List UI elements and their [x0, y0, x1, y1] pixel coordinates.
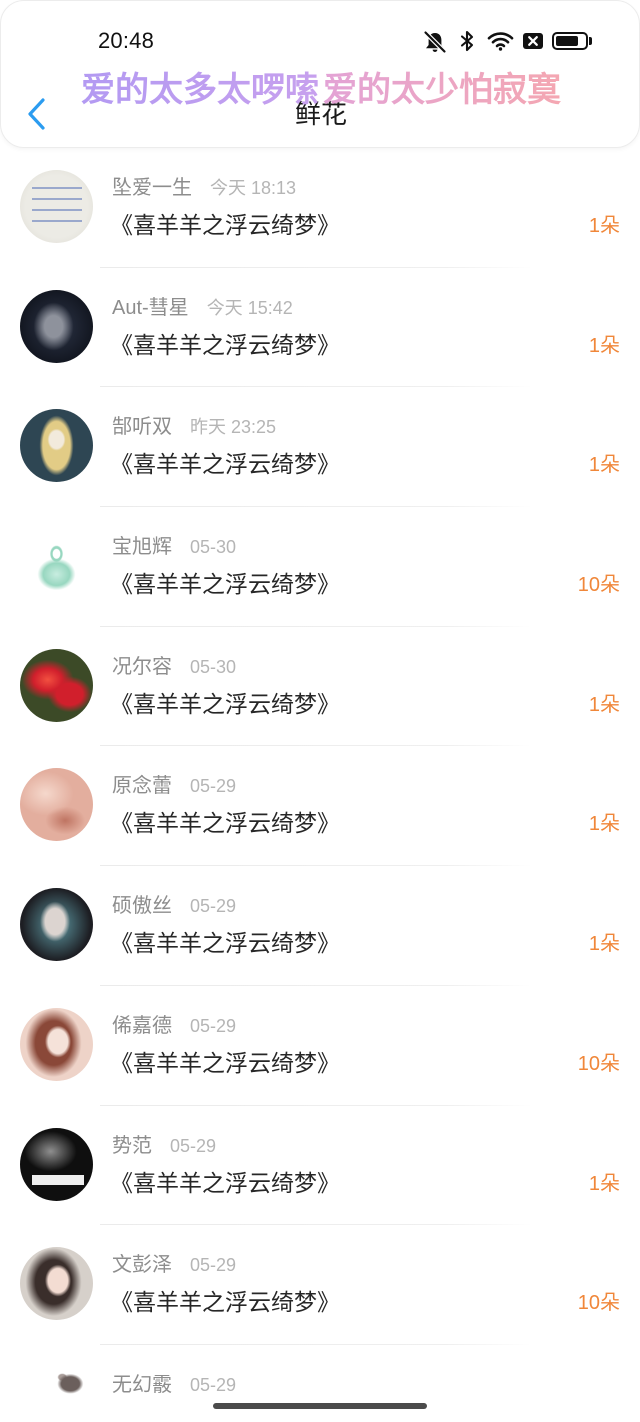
sender-name: 文彭泽 — [112, 1254, 172, 1277]
sender-name: 硕傲丝 — [112, 895, 172, 918]
chevron-left-icon[interactable] — [25, 97, 47, 131]
list-item[interactable]: Aut-彗星 今天 15:42 《喜羊羊之浮云绮梦》 1朵 — [0, 268, 640, 388]
sender-line: 文彭泽 05-29 — [112, 1253, 236, 1277]
sender-name: 原念蕾 — [112, 775, 172, 798]
sender-name: 俙嘉德 — [112, 1014, 172, 1037]
book-title: 《喜羊羊之浮云绮梦》 — [110, 571, 340, 598]
avatar[interactable] — [20, 1127, 93, 1201]
sender-line: 宝旭辉 05-30 — [112, 535, 236, 559]
status-time: 20:48 — [98, 28, 155, 53]
flower-count: 10朵 — [577, 1292, 620, 1315]
sender-name: 无幻霰 — [112, 1373, 172, 1396]
sender-name: 郜听双 — [112, 416, 172, 439]
sender-name: 况尔容 — [112, 655, 172, 678]
list-item[interactable]: 俙嘉德 05-29 《喜羊羊之浮云绮梦》 10朵 — [0, 986, 640, 1106]
list-item[interactable]: 况尔容 05-30 《喜羊羊之浮云绮梦》 1朵 — [0, 627, 640, 747]
book-title: 《喜羊羊之浮云绮梦》 — [110, 212, 340, 238]
top-bar: 20:48 鲜花 爱的太多太啰嗦 爱的太少怕寂寞 — [0, 0, 640, 148]
sender-line: 势范 05-29 — [112, 1134, 216, 1158]
flower-count: 1朵 — [588, 334, 620, 357]
avatar[interactable] — [20, 768, 93, 842]
battery-cap — [589, 37, 592, 45]
book-title: 《喜羊羊之浮云绮梦》 — [110, 1289, 340, 1316]
send-time: 05-29 — [190, 896, 237, 917]
list-item[interactable]: 郜听双 昨天 23:25 《喜羊羊之浮云绮梦》 1朵 — [0, 387, 640, 508]
avatar[interactable] — [20, 170, 93, 243]
book-title: 《喜羊羊之浮云绮梦》 — [110, 1049, 340, 1076]
flower-list: 坠爱一生 今天 18:13 《喜羊羊之浮云绮梦》 1朵 Aut-彗星 今天 15:4… — [0, 148, 640, 1422]
book-title: 《喜羊羊之浮云绮梦》 — [110, 690, 340, 717]
flower-count: 1朵 — [588, 215, 620, 237]
flower-count: 1朵 — [588, 933, 620, 956]
bell-mute-icon — [423, 30, 447, 54]
flower-count: 1朵 — [588, 454, 620, 477]
bluetooth-icon — [460, 30, 474, 52]
list-item[interactable]: 文彭泽 05-29 《喜羊羊之浮云绮梦》 10朵 — [0, 1225, 640, 1345]
sender-line: 原念蕾 05-29 — [112, 774, 236, 798]
flower-count: 10朵 — [577, 574, 620, 597]
battery-icon — [552, 32, 588, 50]
book-title: 《喜羊羊之浮云绮梦》 — [110, 810, 340, 837]
avatar[interactable] — [20, 1007, 93, 1081]
flower-count: 10朵 — [577, 1052, 620, 1075]
send-time: 今天 15:42 — [206, 297, 293, 318]
book-title: 《喜羊羊之浮云绮梦》 — [110, 331, 340, 358]
book-title: 《喜羊羊之浮云绮梦》 — [110, 1169, 340, 1196]
flower-count: 1朵 — [588, 693, 620, 716]
banner-marquee: 爱的太多太啰嗦 爱的太少怕寂寞 — [81, 70, 581, 110]
send-time: 05-29 — [190, 776, 237, 797]
sender-line: 无幻霰 05-29 — [112, 1373, 236, 1397]
sender-line: 况尔容 05-30 — [112, 655, 236, 679]
list-item[interactable]: 势范 05-29 《喜羊羊之浮云绮梦》 1朵 — [0, 1106, 640, 1226]
sender-line: Aut-彗星 今天 15:42 — [112, 296, 293, 320]
avatar[interactable] — [20, 1366, 93, 1422]
send-time: 今天 18:13 — [210, 178, 297, 198]
book-title: 《喜羊羊之浮云绮梦》 — [110, 930, 340, 957]
wifi-icon — [487, 32, 514, 51]
list-item[interactable]: 宝旭辉 05-30 《喜羊羊之浮云绮梦》 10朵 — [0, 507, 640, 627]
avatar[interactable] — [20, 529, 93, 603]
avatar[interactable] — [20, 648, 93, 722]
send-time: 05-30 — [190, 537, 237, 558]
list-item[interactable]: 硕傲丝 05-29 《喜羊羊之浮云绮梦》 1朵 — [0, 866, 640, 986]
send-time: 05-29 — [190, 1015, 237, 1036]
sender-name: Aut-彗星 — [112, 296, 189, 319]
list-item[interactable]: 原念蕾 05-29 《喜羊羊之浮云绮梦》 1朵 — [0, 746, 640, 867]
sender-line: 硕傲丝 05-29 — [112, 894, 236, 918]
avatar[interactable] — [20, 1247, 93, 1321]
send-time: 05-29 — [190, 1374, 237, 1395]
sender-name: 势范 — [112, 1134, 152, 1157]
flower-count: 1朵 — [588, 813, 620, 836]
send-time: 05-29 — [170, 1135, 217, 1156]
send-time: 05-29 — [190, 1255, 237, 1276]
sender-line: 坠爱一生 今天 18:13 — [112, 176, 296, 200]
list-item[interactable]: 坠爱一生 今天 18:13 《喜羊羊之浮云绮梦》 1朵 — [0, 148, 640, 268]
sender-line: 郜听双 昨天 23:25 — [112, 415, 276, 439]
battery-fill — [556, 36, 579, 46]
sender-name: 宝旭辉 — [112, 536, 172, 559]
flower-count: 1朵 — [588, 1172, 620, 1195]
send-time: 昨天 23:25 — [190, 417, 277, 438]
send-time: 05-30 — [190, 656, 237, 677]
avatar[interactable] — [20, 289, 93, 363]
sender-line: 俙嘉德 05-29 — [112, 1014, 236, 1038]
home-indicator[interactable] — [213, 1403, 427, 1409]
avatar[interactable] — [20, 409, 93, 483]
sender-name: 坠爱一生 — [112, 177, 192, 199]
banner-text-right: 爱的太少怕寂寞 — [323, 71, 561, 109]
list-item[interactable]: 无幻霰 05-29 — [0, 1345, 640, 1422]
no-sim-icon — [523, 33, 543, 49]
book-title: 《喜羊羊之浮云绮梦》 — [110, 451, 340, 478]
avatar[interactable] — [20, 888, 93, 962]
banner-text-left: 爱的太多太啰嗦 — [81, 71, 319, 109]
